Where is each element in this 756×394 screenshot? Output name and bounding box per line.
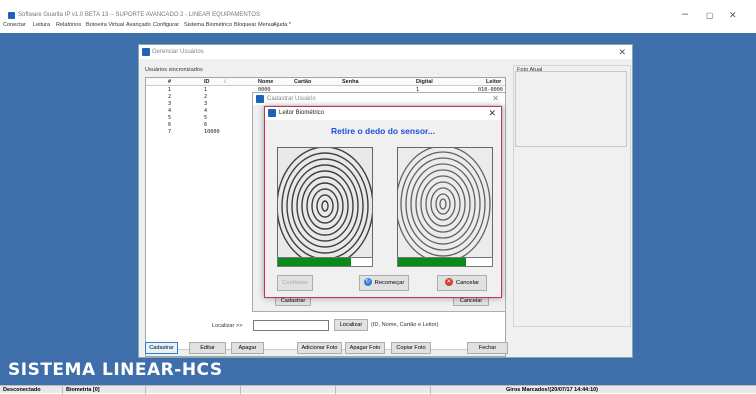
menu-sistema-biometrico[interactable]: Sistema Biométrico bbox=[184, 22, 232, 28]
menu-bar: Conectar Leitura Relatórios Botoeira Vir… bbox=[0, 20, 756, 31]
localizar-hint: (ID, Nome, Cartão e Leitor) bbox=[371, 322, 439, 328]
capture-progress-left-fill bbox=[278, 258, 352, 266]
fingerprint-image-right bbox=[395, 145, 493, 263]
system-title: SISTEMA LINEAR-HCS bbox=[8, 360, 223, 380]
table-cell: 10000 bbox=[204, 129, 220, 135]
menu-conectar[interactable]: Conectar bbox=[3, 22, 26, 28]
cadastrar-button[interactable]: Cadastrar bbox=[145, 342, 178, 354]
title-bar: Software Guarita IP v1.0 BETA 13 -- SUPO… bbox=[0, 0, 756, 20]
table-cell: 3 bbox=[204, 101, 208, 107]
col-header-digital[interactable]: Digital bbox=[416, 79, 433, 85]
leitor-message: Retire o dedo do sensor... bbox=[331, 126, 435, 136]
copiar-foto-button[interactable]: Copiar Foto bbox=[391, 342, 431, 354]
usuarios-group-label: Usuários sincronizados bbox=[145, 67, 203, 73]
cancelar-button[interactable]: ✕ Cancelar bbox=[437, 275, 487, 291]
col-header-nome[interactable]: Nome bbox=[258, 79, 273, 85]
menu-configurar[interactable]: Configurar bbox=[153, 22, 179, 28]
leitor-title-bar: Leitor Biométrico ✕ bbox=[265, 107, 501, 120]
confirmar-button[interactable]: Confirmar bbox=[277, 275, 313, 291]
col-header-id[interactable]: ID bbox=[204, 79, 210, 85]
menu-ajuda[interactable]: Ajuda * bbox=[273, 22, 291, 28]
cancel-icon: ✕ bbox=[444, 278, 453, 287]
recomecar-label: Recomeçar bbox=[374, 280, 405, 286]
fechar-button[interactable]: Fechar bbox=[467, 342, 508, 354]
minimize-button[interactable]: – bbox=[682, 8, 688, 20]
table-cell: 1 bbox=[168, 87, 172, 93]
table-cell: 7 bbox=[168, 129, 172, 135]
capture-progress-right-fill bbox=[398, 258, 466, 266]
col-header-leitor[interactable]: Leitor bbox=[486, 79, 501, 85]
recomecar-button[interactable]: ↻ Recomeçar bbox=[359, 275, 409, 291]
apagar-button[interactable]: Apagar bbox=[231, 342, 264, 354]
table-cell: 2 bbox=[168, 94, 172, 100]
table-cell: 3 bbox=[168, 101, 172, 107]
localizar-button[interactable]: Localizar bbox=[334, 319, 368, 331]
menu-botoeira-virtual[interactable]: Botoeira Virtual bbox=[86, 22, 124, 28]
cadastrar-close-button[interactable]: ✕ bbox=[492, 94, 499, 103]
app-icon bbox=[8, 12, 15, 19]
col-header-index[interactable]: # bbox=[168, 79, 171, 85]
table-cell: 6 bbox=[168, 122, 172, 128]
capture-progress-left bbox=[277, 257, 373, 267]
table-cell: 6 bbox=[204, 122, 208, 128]
table-cell: 4 bbox=[168, 108, 172, 114]
status-bar: Desconectado Biometria [0] Giros Marcado… bbox=[0, 385, 756, 394]
table-cell: 1 bbox=[204, 87, 208, 93]
window-title: Software Guarita IP v1.0 BETA 13 -- SUPO… bbox=[18, 12, 260, 18]
menu-leitura[interactable]: Leitura bbox=[33, 22, 50, 28]
table-cell: 5 bbox=[204, 115, 208, 121]
leitor-biometrico-dialog: Leitor Biométrico ✕ Retire o dedo do sen… bbox=[264, 106, 502, 298]
refresh-icon: ↻ bbox=[363, 278, 372, 287]
editar-button[interactable]: Editar bbox=[189, 342, 226, 354]
foto-atual-image bbox=[515, 71, 627, 147]
menu-avancado[interactable]: Avançado bbox=[126, 22, 151, 28]
cadastrar-usuario-cancel-button[interactable]: Cancelar bbox=[453, 297, 489, 306]
cadastrar-usuario-confirm-button[interactable]: Cadastrar bbox=[275, 297, 311, 306]
leitor-close-button[interactable]: ✕ bbox=[488, 108, 496, 119]
table-cell: 2 bbox=[204, 94, 208, 100]
adicionar-foto-button[interactable]: Adicionar Foto bbox=[297, 342, 342, 354]
cancelar-label: Cancelar bbox=[455, 280, 480, 286]
table-cell: 5 bbox=[168, 115, 172, 121]
col-header-senha[interactable]: Senha bbox=[342, 79, 359, 85]
app-icon bbox=[256, 95, 264, 103]
localizar-input[interactable] bbox=[253, 320, 329, 331]
app-icon bbox=[268, 109, 276, 117]
menu-relatorios[interactable]: Relatórios bbox=[56, 22, 81, 28]
menu-bloquear-menus[interactable]: Bloquear Menus bbox=[234, 22, 275, 28]
fingerprint-image-left bbox=[276, 146, 374, 266]
table-cell: 4 bbox=[204, 108, 208, 114]
localizar-label: Localizar >> bbox=[212, 323, 243, 329]
app-icon bbox=[142, 48, 150, 56]
gerenciar-close-button[interactable]: ✕ bbox=[618, 47, 626, 58]
cadastrar-title: Cadastrar Usuário bbox=[267, 96, 316, 102]
gerenciar-title: Gerenciar Usuários bbox=[152, 49, 204, 55]
gerenciar-title-bar: Gerenciar Usuários ✕ bbox=[139, 45, 632, 59]
sort-indicator: /. bbox=[224, 79, 228, 85]
col-header-cartao[interactable]: Cartão bbox=[294, 79, 311, 85]
leitor-title: Leitor Biométrico bbox=[279, 110, 325, 116]
apagar-foto-button[interactable]: Apagar Foto bbox=[345, 342, 385, 354]
capture-progress-right bbox=[397, 257, 493, 267]
cadastrar-title-bar: Cadastrar Usuário ✕ bbox=[253, 93, 505, 105]
grid-header: # ID /. Nome Cartão Senha Digital Leitor bbox=[146, 78, 505, 86]
